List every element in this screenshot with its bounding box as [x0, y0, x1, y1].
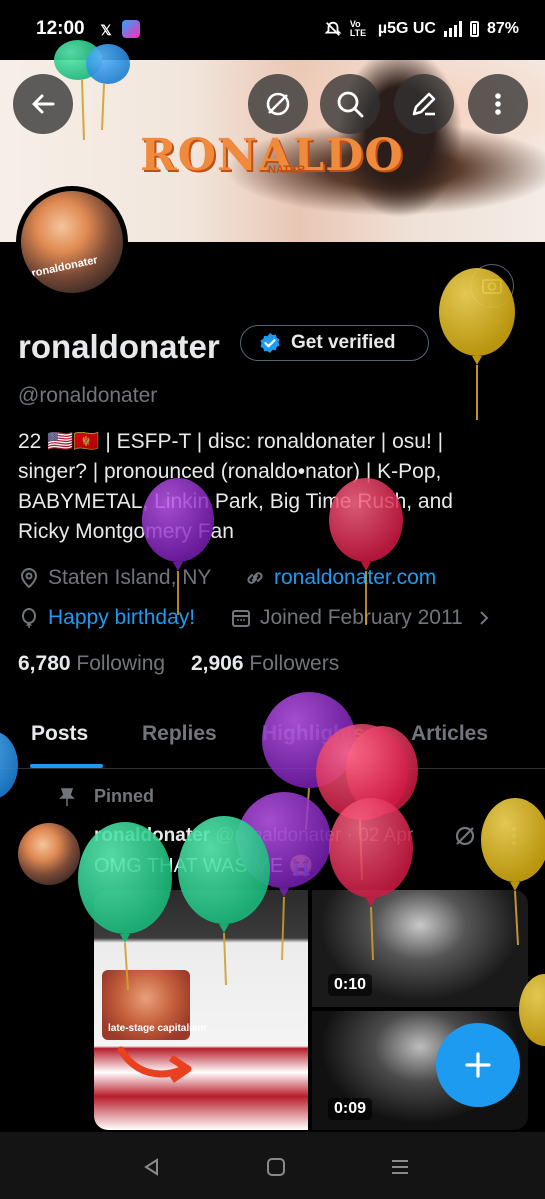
calendar-icon [232, 610, 250, 627]
grok-icon [266, 92, 290, 116]
get-verified-label: Get verified [291, 332, 396, 353]
search-button[interactable] [320, 74, 380, 134]
website-row[interactable]: ronaldonater.com [244, 566, 436, 590]
post-author-avatar[interactable] [18, 823, 80, 885]
bio-line: BABYMETAL, Linkin Park, Big Time Rush, a… [18, 490, 453, 513]
followers-label: Followers [249, 652, 340, 675]
x-icon: 𝕏 [100, 22, 112, 38]
battery-icon [469, 21, 479, 37]
signal-icon [443, 21, 462, 37]
joined-row[interactable]: Joined February 2011 [230, 606, 493, 630]
tab-replies[interactable]: Replies [142, 722, 217, 746]
video-duration: 0:09 [328, 1098, 373, 1120]
following-stat[interactable]: 6,780 Following [18, 652, 165, 675]
follow-stats: 6,780 Following 2,906 Followers [18, 652, 339, 676]
back-arrow-icon [32, 94, 55, 114]
post-author-name[interactable]: ronaldonater [94, 825, 210, 846]
media-caption: late-stage capitalism [108, 1023, 207, 1034]
balloon-icon [22, 608, 36, 628]
location-row: Staten Island, NY [18, 566, 211, 590]
photo-edit-button[interactable] [470, 264, 514, 308]
tab-divider [0, 768, 545, 769]
profile-avatar[interactable]: ronaldonater [16, 186, 128, 298]
banner-logo-sub: NATER [268, 164, 306, 176]
post-header: ronaldonater @ronaldonater · 02 Apr [94, 825, 413, 847]
post-author-handle[interactable]: @ronaldonater [215, 825, 341, 846]
video-duration: 0:10 [328, 974, 373, 996]
compose-button[interactable] [436, 1023, 520, 1107]
mute-icon [324, 21, 342, 36]
balloon [262, 692, 356, 831]
network-label: µ5G UC [377, 20, 436, 37]
grok-post-icon[interactable] [453, 824, 477, 848]
birthday-link[interactable]: Happy birthday! [48, 606, 195, 630]
status-time: 12:00 [36, 18, 85, 39]
tab-highlights[interactable]: Highlights [262, 722, 365, 746]
bio-line: singer? | pronounced (ronaldo•nator) | K… [18, 460, 442, 483]
bio-line: 22 🇺🇸🇲🇪 | ESFP-T | disc: ronaldonater | … [18, 430, 444, 453]
post-separator: · [346, 825, 353, 846]
grok-button[interactable] [248, 74, 308, 134]
pinned-label: Pinned [94, 786, 155, 806]
volte-icon: Vo LTE [349, 19, 367, 38]
nav-recents-icon[interactable] [390, 1157, 410, 1177]
followers-count: 2,906 [190, 652, 244, 675]
link-icon [247, 572, 263, 584]
profile-handle: @ronaldonater [18, 384, 158, 407]
post-more-icon[interactable] [504, 824, 524, 848]
following-label: Following [76, 652, 166, 675]
followers-stat[interactable]: 2,906 Followers [191, 652, 339, 675]
website-link[interactable]: ronaldonater.com [274, 566, 436, 590]
location-text: Staten Island, NY [48, 566, 212, 589]
avatar-text: ronaldonater [30, 254, 99, 280]
tab-posts[interactable]: Posts [31, 722, 88, 746]
post-date[interactable]: 02 Apr [358, 825, 413, 846]
search-icon [337, 91, 364, 118]
following-count: 6,780 [18, 652, 71, 675]
birthday-row[interactable]: Happy birthday! [18, 606, 195, 630]
back-button[interactable] [13, 74, 73, 134]
status-right: Vo LTE µ5G UC 87% [324, 20, 519, 38]
edit-button[interactable] [394, 74, 454, 134]
tab-articles[interactable]: Articles [411, 722, 488, 746]
pin-icon [59, 788, 75, 806]
profile-bio: 22 🇺🇸🇲🇪 | ESFP-T | disc: ronaldonater | … [18, 427, 528, 547]
red-arrow-icon [117, 1046, 192, 1083]
location-pin-icon [20, 567, 38, 589]
bio-line: Ricky Montgomery Fan [18, 520, 234, 543]
chevron-right-icon [480, 611, 489, 625]
status-bar: 12:00 𝕏 Vo LTE µ5G UC 87% [0, 0, 545, 60]
plus-icon [465, 1052, 491, 1078]
camera-icon [482, 279, 502, 294]
system-nav-bar [0, 1132, 545, 1199]
verified-badge-icon [260, 333, 280, 353]
post-text: OMG THAT WAS ME 😭 [94, 855, 314, 877]
pencil-icon [412, 92, 436, 116]
app-icon [122, 20, 140, 38]
nav-back-icon[interactable] [142, 1157, 162, 1177]
display-name: ronaldonater [18, 328, 220, 365]
post-media-video-1[interactable]: 0:10 [312, 890, 528, 1007]
avatar-image: ronaldonater [21, 191, 123, 293]
balloon [0, 732, 18, 798]
balloon [316, 724, 408, 881]
post-media-image[interactable]: late-stage capitalism [94, 890, 308, 1130]
get-verified-button[interactable]: Get verified [240, 325, 429, 361]
nav-home-icon[interactable] [266, 1157, 286, 1177]
more-vertical-icon [495, 93, 501, 115]
more-button[interactable] [468, 74, 528, 134]
battery-percent: 87% [486, 20, 519, 37]
joined-text: Joined February 2011 [260, 606, 463, 629]
